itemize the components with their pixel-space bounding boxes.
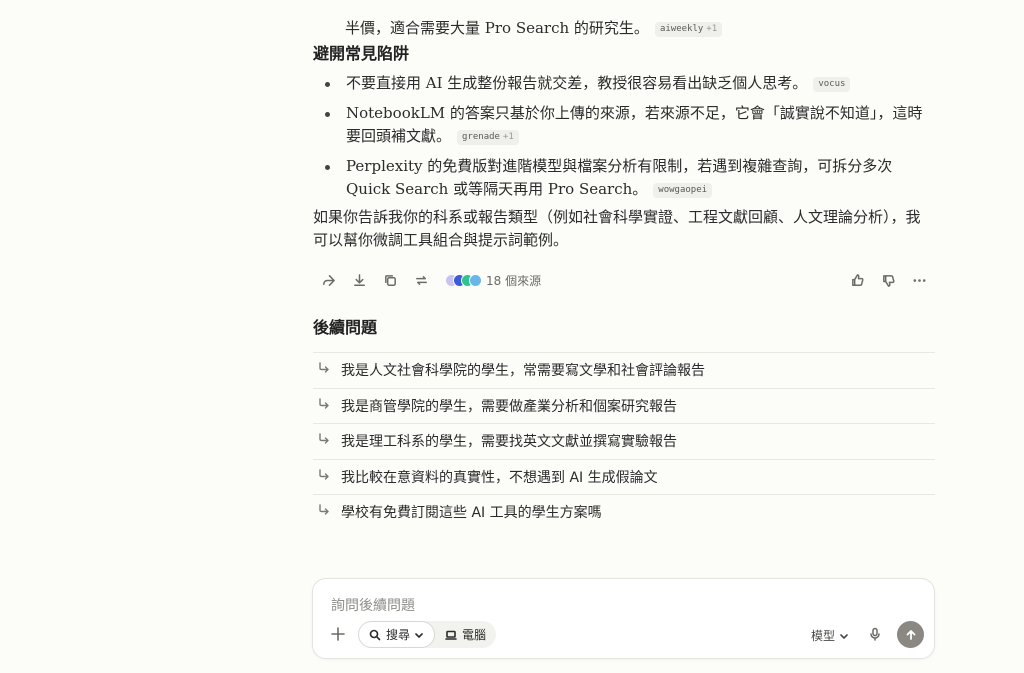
thumbs-up-button[interactable]	[842, 268, 873, 292]
more-options-button[interactable]	[904, 268, 935, 292]
laptop-icon	[445, 630, 457, 640]
thumbs-down-icon	[883, 274, 895, 287]
mode-switcher: 搜尋 電腦	[358, 621, 497, 648]
computer-mode-button[interactable]: 電腦	[435, 621, 496, 648]
rewrite-icon	[416, 275, 427, 285]
plus-icon	[331, 627, 345, 641]
chevron-down-icon	[840, 633, 848, 639]
download-button[interactable]	[344, 268, 375, 292]
microphone-icon	[870, 627, 880, 641]
search-mode-button[interactable]: 搜尋	[358, 621, 436, 648]
followup-item[interactable]: 學校有免費訂閱這些 AI 工具的學生方案嗎	[313, 494, 935, 530]
more-icon	[913, 278, 926, 282]
reply-arrow-icon	[313, 362, 341, 378]
section-heading-pitfalls: 避開常見陷阱	[313, 44, 410, 63]
followup-item[interactable]: 我是人文社會科學院的學生，常需要寫文學和社會評論報告	[313, 352, 935, 388]
sources-button[interactable]: 18 個來源	[445, 272, 541, 289]
attach-button[interactable]	[329, 625, 347, 643]
list-item: Perplexity 的免費版對進階模型與檔案分析有限制，若遇到複雜查詢，可拆分…	[313, 155, 935, 201]
sources-count: 18 個來源	[486, 273, 542, 288]
list-item: 不要直接用 AI 生成整份報告就交差，教授很容易看出缺乏個人思考。 vocus	[313, 72, 935, 95]
followup-item[interactable]: 我是理工科系的學生，需要找英文文獻並撰寫實驗報告	[313, 423, 935, 459]
source-favicon	[469, 273, 482, 287]
chevron-down-icon	[415, 632, 423, 638]
copy-icon	[385, 274, 396, 286]
citation-chip[interactable]: vocus	[813, 77, 851, 92]
rewrite-button[interactable]	[406, 268, 437, 292]
submit-button[interactable]	[897, 621, 924, 648]
search-icon	[369, 629, 381, 640]
thumbs-down-button[interactable]	[873, 268, 904, 292]
followup-item[interactable]: 我比較在意資料的真實性，不想遇到 AI 生成假論文	[313, 458, 935, 495]
answer-fragment: 半價，適合需要大量 Pro Search 的研究生。 aiweekly +1	[345, 0, 945, 40]
model-selector[interactable]: 模型	[811, 627, 849, 644]
list-item: NotebookLM 的答案只基於你上傳的來源，若來源不足，它會「誠實說不知道」…	[313, 102, 935, 148]
citation-chip[interactable]: grenade +1	[457, 130, 519, 145]
answer-actions-toolbar: 18 個來源	[313, 268, 935, 292]
answer-fragment-text: 半價，適合需要大量 Pro Search 的研究生。	[345, 19, 649, 37]
thumbs-up-icon	[852, 273, 864, 286]
followup-composer: 詢問後續問題 搜尋 電腦 模型	[312, 578, 935, 659]
share-button[interactable]	[313, 268, 344, 292]
reply-arrow-icon	[313, 504, 341, 520]
followup-item[interactable]: 我是商管學院的學生，需要做產業分析和個案研究報告	[313, 387, 935, 424]
followup-list: 我是人文社會科學院的學生，常需要寫文學和社會評論報告 我是商管學院的學生，需要做…	[313, 352, 935, 530]
reply-arrow-icon	[313, 469, 341, 485]
reply-arrow-icon	[313, 398, 341, 414]
share-icon	[323, 274, 335, 286]
pitfalls-list: 不要直接用 AI 生成整份報告就交差，教授很容易看出缺乏個人思考。 vocus N…	[313, 72, 935, 208]
closing-paragraph: 如果你告訴我你的科系或報告類型（例如社會科學實證、工程文獻回顧、人文理論分析），…	[313, 208, 921, 249]
section-heading-followups: 後續問題	[313, 318, 378, 337]
followup-input[interactable]: 詢問後續問題	[331, 595, 415, 615]
citation-chip[interactable]: wowgaopei	[653, 183, 713, 198]
arrow-up-icon	[906, 629, 915, 640]
download-icon	[354, 273, 365, 286]
citation-chip[interactable]: aiweekly +1	[654, 22, 723, 37]
reply-arrow-icon	[313, 433, 341, 449]
voice-input-button[interactable]	[868, 626, 884, 642]
copy-button[interactable]	[375, 268, 406, 292]
